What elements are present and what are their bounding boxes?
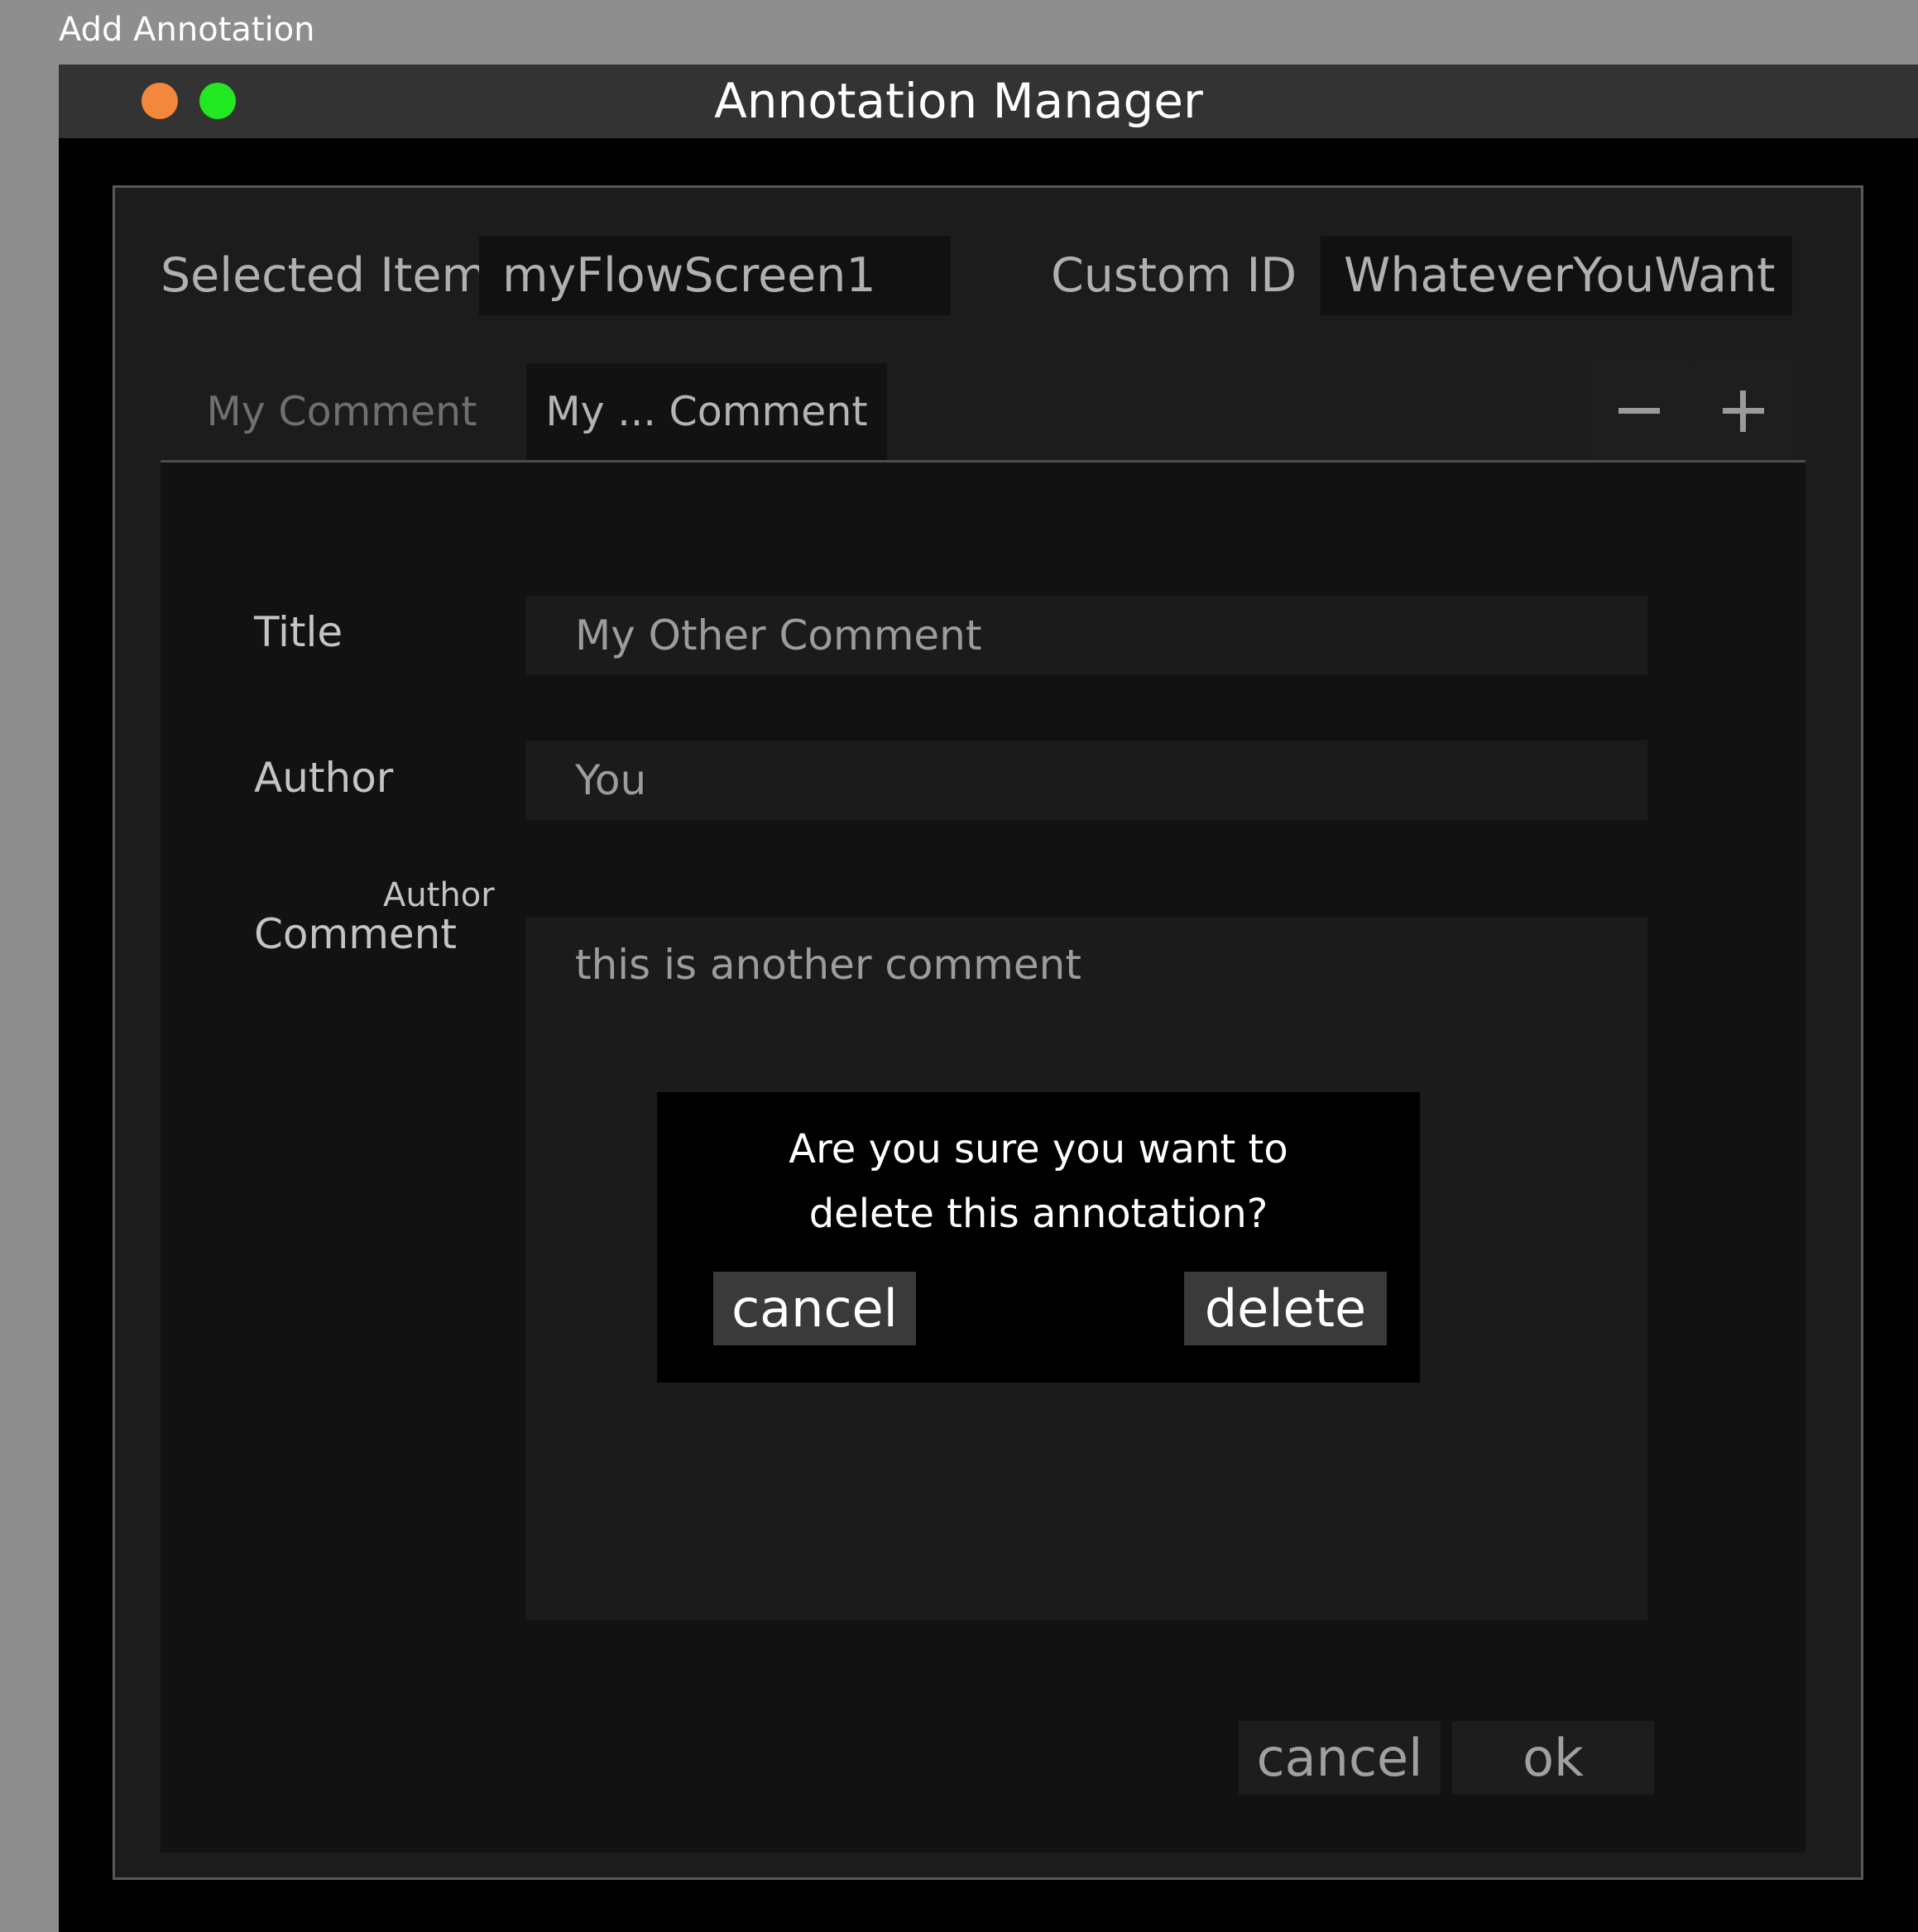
remove-annotation-button[interactable] [1593, 361, 1692, 460]
dialog-cancel-button[interactable]: cancel [713, 1272, 916, 1345]
ok-button[interactable]: ok [1452, 1721, 1654, 1795]
comment-author-label: Author [383, 876, 495, 914]
window-title: Annotation Manager [714, 73, 1203, 129]
plus-icon [1723, 391, 1764, 432]
tab-my-other-comment[interactable]: My ... Comment [526, 363, 887, 460]
author-input[interactable]: You [525, 741, 1647, 820]
tab-my-comment[interactable]: My Comment [161, 363, 523, 460]
selected-item-label: Selected Item [161, 248, 487, 303]
page-label: Add Annotation [59, 11, 315, 49]
custom-id-field[interactable]: WhateverYouWant [1321, 236, 1792, 315]
title-input[interactable]: My Other Comment [525, 596, 1647, 675]
selected-item-field[interactable]: myFlowScreen1 [479, 236, 951, 315]
delete-confirm-message: Are you sure you want to delete this ann… [657, 1117, 1420, 1246]
message-line-2: delete this annotation? [808, 1191, 1268, 1237]
dialog-delete-button[interactable]: delete [1184, 1272, 1387, 1345]
author-label: Author [254, 754, 394, 802]
comment-label: Comment [254, 910, 457, 958]
custom-id-label: Custom ID [1051, 248, 1297, 303]
title-label: Title [254, 608, 343, 656]
message-line-1: Are you sure you want to [789, 1126, 1288, 1172]
cancel-button[interactable]: cancel [1239, 1721, 1441, 1795]
minus-icon [1618, 408, 1660, 414]
add-annotation-button[interactable] [1694, 361, 1793, 460]
